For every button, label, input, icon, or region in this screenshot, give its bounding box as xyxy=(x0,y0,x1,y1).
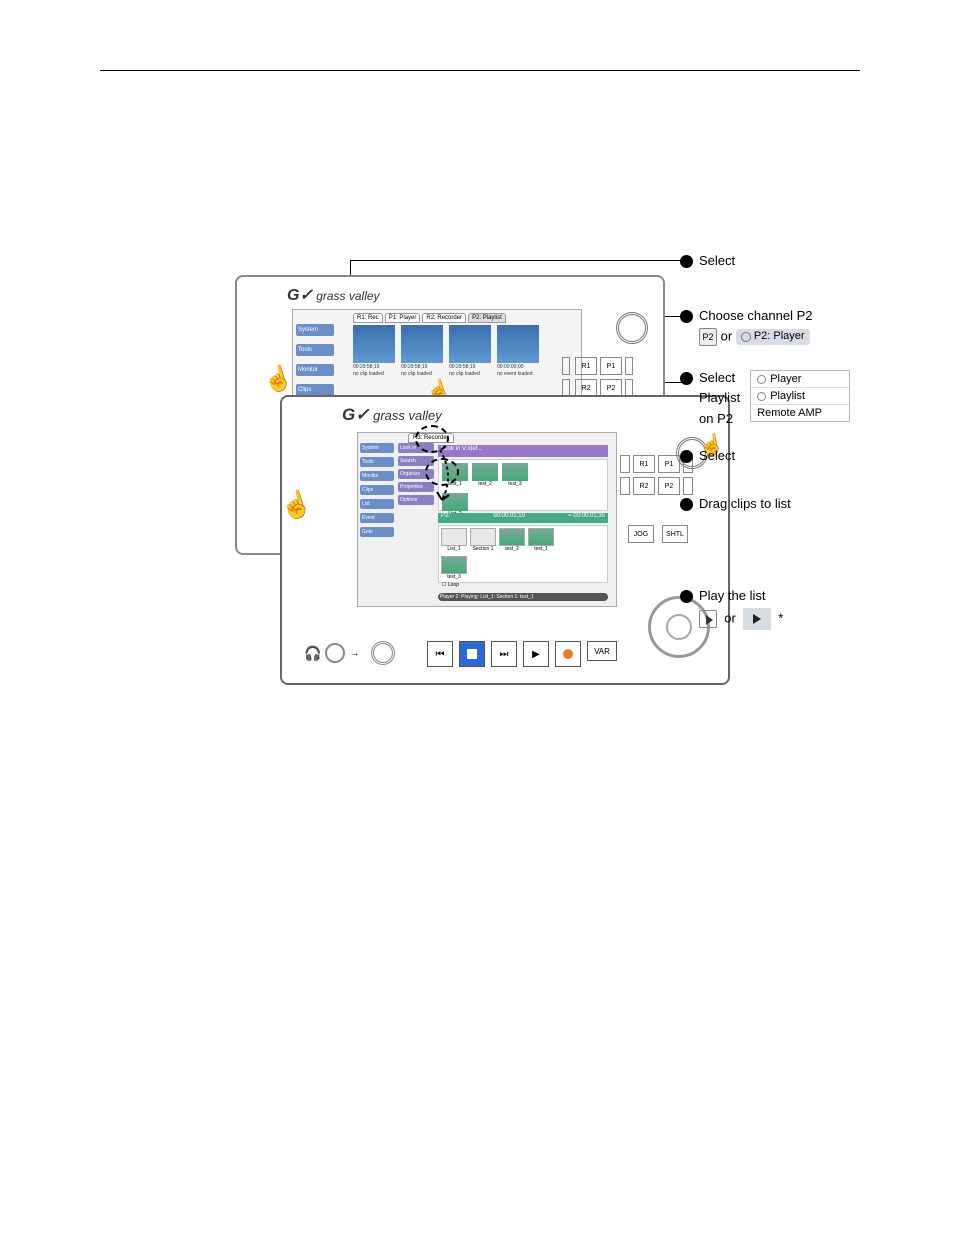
led-icon xyxy=(620,455,630,473)
clips-options[interactable]: Options xyxy=(398,495,434,505)
bullet-icon xyxy=(680,255,693,268)
channel-tabs: R1: Rec P1: Player R2: Recorder P2: Play… xyxy=(353,313,506,323)
arrow-icon: → xyxy=(349,648,359,659)
playlist-area[interactable]: List_1 Section 1 test_2 test_1 test_3 ☐ … xyxy=(438,525,608,583)
left-sidebar: System Tools Monitor Clips List Event Go… xyxy=(360,443,394,541)
p1-button[interactable]: P1 xyxy=(600,357,622,375)
callout-select-monitor: Select xyxy=(680,253,735,269)
monitor-panes: 00:29:58;19no clip loaded 00:29:58;19no … xyxy=(353,325,539,377)
dial-icon[interactable] xyxy=(371,641,395,665)
sidebar-event[interactable]: Event xyxy=(360,513,394,523)
play-button[interactable]: ▶ xyxy=(523,641,549,667)
list-item[interactable]: List_1 xyxy=(441,528,467,552)
fastforward-button[interactable]: ⏭ xyxy=(491,641,517,667)
sidebar-monitor[interactable]: Monitor xyxy=(296,364,334,376)
volume-dial[interactable] xyxy=(325,643,345,663)
lookin-bar[interactable]: Look in V:/def... xyxy=(438,445,608,457)
p2-player-tag: P2: Player xyxy=(736,329,810,345)
record-button[interactable] xyxy=(555,641,581,667)
bullet-icon xyxy=(680,310,693,323)
sidebar-tools[interactable]: Tools xyxy=(296,344,334,356)
playlist-screen: R3: Recorder System Tools Monitor Clips … xyxy=(357,432,617,607)
clip-thumb[interactable]: test_2 xyxy=(472,463,498,487)
list-item[interactable]: test_3 xyxy=(441,556,467,580)
callout-drag-clips: Drag clips to list xyxy=(680,496,791,512)
jog-button[interactable]: JOG xyxy=(628,525,654,543)
list-item[interactable]: Section 1 xyxy=(470,528,496,552)
sidebar-list[interactable]: List xyxy=(360,499,394,509)
device-front-panel: G✓ grass valley R3: Recorder System Tool… xyxy=(280,395,730,685)
led-icon xyxy=(625,357,633,375)
clip-thumb[interactable]: test_3 xyxy=(502,463,528,487)
shtl-button[interactable]: SHTL xyxy=(662,525,688,543)
callout-play-list: Play the list or * xyxy=(680,588,783,630)
p1-button[interactable]: P1 xyxy=(658,455,680,473)
left-sidebar: System Tools Monitor Clips xyxy=(296,324,334,404)
brand-logo: G✓ grass valley xyxy=(287,285,380,305)
headphone-controls: 🎧 → xyxy=(304,641,395,665)
callout-choose-p2: Choose channel P2 P2 or P2: Player xyxy=(680,308,812,346)
loop-toggle[interactable]: ☐ Loop xyxy=(439,582,607,588)
list-item[interactable]: test_1 xyxy=(528,528,554,552)
sidebar-monitor[interactable]: Monitor xyxy=(360,471,394,481)
bullet-icon xyxy=(680,450,693,463)
p2-button[interactable]: P2 xyxy=(658,477,680,495)
led-icon xyxy=(620,477,630,495)
menu-item-playlist[interactable]: Playlist xyxy=(751,388,849,405)
leader-line xyxy=(350,260,688,261)
pane-r2: 00:29:58;19no clip loaded xyxy=(449,325,491,377)
channel-button-grid: R1 P1 R2 P2 xyxy=(562,357,635,397)
clip-browser: test_1 test_2 test_3 List_2 xyxy=(438,459,608,511)
headphone-icon: 🎧 xyxy=(304,645,321,662)
led-icon xyxy=(562,357,570,375)
tab-r2[interactable]: R2: Recorder xyxy=(422,313,466,323)
sidebar-clips[interactable]: Clips xyxy=(360,485,394,495)
tab-p1[interactable]: P1: Player xyxy=(385,313,421,323)
page-rule xyxy=(100,70,860,71)
p2-key-icon: P2 xyxy=(699,328,717,346)
bullet-icon xyxy=(680,372,693,385)
bullet-icon xyxy=(680,590,693,603)
rewind-button[interactable]: ⏮ xyxy=(427,641,453,667)
pane-p2: 00:00:00;00no event loaded xyxy=(497,325,539,377)
sidebar-system[interactable]: System xyxy=(296,324,334,336)
p2-tc2: = 00:00:01;35 xyxy=(568,513,605,523)
status-bar: Player 2: Playing: List_1: Section 1: te… xyxy=(438,593,608,601)
play-key-icon xyxy=(699,610,717,628)
knob-icon[interactable] xyxy=(616,312,648,344)
p2-tc1: 00:00:01;19 xyxy=(493,513,525,523)
brand-logo: G✓ grass valley xyxy=(342,405,442,425)
stop-button[interactable] xyxy=(459,641,485,667)
pane-r1: 00:29:58;19no clip loaded xyxy=(353,325,395,377)
var-button[interactable]: VAR xyxy=(587,641,617,661)
sidebar-tools[interactable]: Tools xyxy=(360,457,394,467)
led-icon xyxy=(683,477,693,495)
menu-item-player[interactable]: Player xyxy=(751,371,849,388)
play-soft-button-icon xyxy=(743,608,771,630)
tab-p2[interactable]: P2: Playlist xyxy=(468,313,506,323)
pane-p1: 00:29:58;19no clip loaded xyxy=(401,325,443,377)
jog-shtl-buttons: JOG SHTL xyxy=(628,525,688,543)
diagram: G✓ grass valley R1: Rec P1: Player R2: R… xyxy=(220,250,920,690)
bullet-icon xyxy=(680,498,693,511)
menu-item-remote-amp[interactable]: Remote AMP xyxy=(751,405,849,421)
drag-arrow-icon xyxy=(430,445,460,515)
list-item[interactable]: test_2 xyxy=(499,528,525,552)
context-menu: Player Playlist Remote AMP xyxy=(750,370,850,422)
r1-button[interactable]: R1 xyxy=(575,357,597,375)
callout-select-clips: Select xyxy=(680,448,735,464)
p2-timecode-bar: P2: 00:00:01;19 = 00:00:01;35 xyxy=(438,513,608,523)
r2-button[interactable]: R2 xyxy=(633,477,655,495)
tab-r1[interactable]: R1: Rec xyxy=(353,313,383,323)
r1-button[interactable]: R1 xyxy=(633,455,655,473)
sidebar-system[interactable]: System xyxy=(360,443,394,453)
callout-select-playlist: Select Playlist on P2 ☝ Player Playlist … xyxy=(680,370,850,456)
sidebar-goto[interactable]: Goto xyxy=(360,527,394,537)
transport-controls: ⏮ ⏭ ▶ VAR xyxy=(427,641,617,667)
clips-properties[interactable]: Properties xyxy=(398,482,434,492)
